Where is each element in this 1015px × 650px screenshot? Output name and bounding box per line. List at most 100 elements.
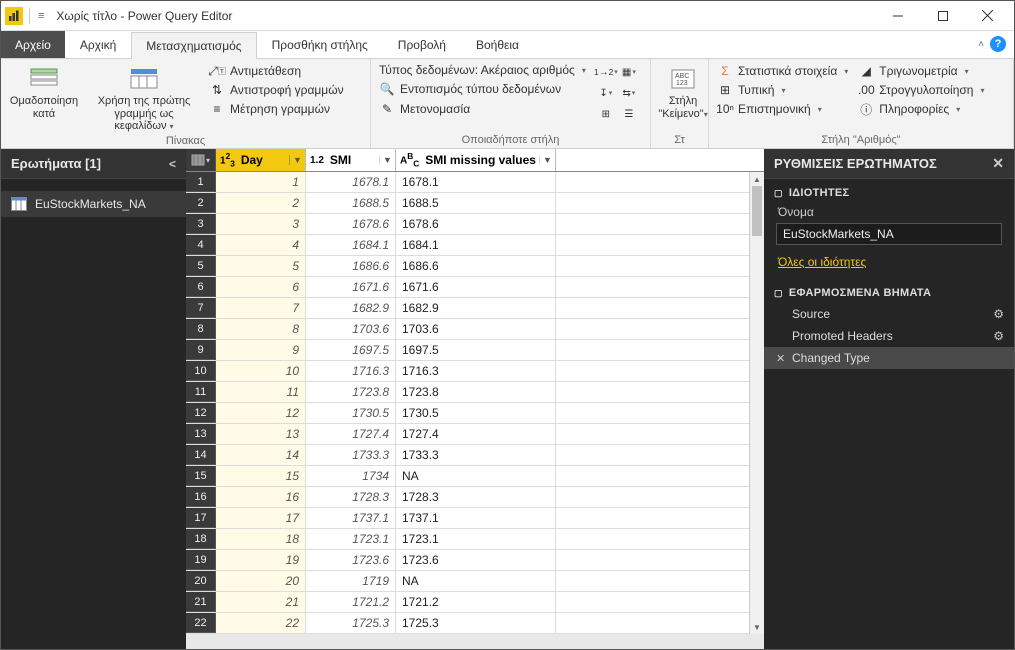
rounding-button[interactable]: .00Στρογγυλοποίηση▾ — [858, 82, 984, 98]
table-row[interactable]: 21211721.21721.2 — [186, 592, 764, 613]
qat-dropdown[interactable]: ≡ — [34, 10, 48, 22]
vertical-scrollbar[interactable]: ▲ ▼ — [749, 172, 764, 634]
cell-missing[interactable]: 1727.4 — [396, 424, 556, 444]
all-properties-link[interactable]: Όλες οι ιδιότητες — [764, 251, 1014, 279]
cell-missing[interactable]: 1682.9 — [396, 298, 556, 318]
query-item[interactable]: EuStockMarkets_NA — [1, 191, 186, 217]
table-row[interactable]: 661671.61671.6 — [186, 277, 764, 298]
cell-day[interactable]: 5 — [216, 256, 306, 276]
row-number[interactable]: 5 — [186, 256, 216, 276]
convert-list-button[interactable]: ☰ — [619, 105, 639, 123]
table-row[interactable]: 12121730.51730.5 — [186, 403, 764, 424]
step-promoted-headers[interactable]: Promoted Headers⚙ — [764, 325, 1014, 347]
cell-missing[interactable]: NA — [396, 571, 556, 591]
cell-missing[interactable]: 1678.1 — [396, 172, 556, 192]
cell-smi[interactable]: 1686.6 — [306, 256, 396, 276]
cell-missing[interactable]: 1678.6 — [396, 214, 556, 234]
cell-missing[interactable]: 1730.5 — [396, 403, 556, 423]
cell-day[interactable]: 20 — [216, 571, 306, 591]
replace-values-button[interactable]: 1→2▾ — [596, 63, 616, 81]
cell-missing[interactable]: 1688.5 — [396, 193, 556, 213]
properties-section[interactable]: ▢ΙΔΙΟΤΗΤΕΣ — [764, 179, 1014, 203]
cell-missing[interactable]: 1721.2 — [396, 592, 556, 612]
row-number[interactable]: 13 — [186, 424, 216, 444]
cell-smi[interactable]: 1723.8 — [306, 382, 396, 402]
cell-day[interactable]: 17 — [216, 508, 306, 528]
table-row[interactable]: 111678.11678.1 — [186, 172, 764, 193]
row-number[interactable]: 21 — [186, 592, 216, 612]
table-row[interactable]: 11111723.81723.8 — [186, 382, 764, 403]
reverse-rows-button[interactable]: ⇅Αντιστροφή γραμμών — [209, 82, 344, 98]
filter-dropdown-icon[interactable]: ▼ — [289, 155, 305, 165]
applied-steps-section[interactable]: ▢ΕΦΑΡΜΟΣΜΕΝΑ ΒΗΜΑΤΑ — [764, 279, 1014, 303]
cell-smi[interactable]: 1684.1 — [306, 235, 396, 255]
row-number[interactable]: 8 — [186, 319, 216, 339]
cell-day[interactable]: 13 — [216, 424, 306, 444]
table-row[interactable]: 20201719NA — [186, 571, 764, 592]
grid-body[interactable]: 111678.11678.1221688.51688.533 1678.6 1678… — [186, 172, 764, 634]
transpose-button[interactable]: ⤢🅃Αντιμετάθεση — [209, 63, 344, 79]
row-number[interactable]: 3 — [186, 214, 216, 234]
cell-missing[interactable]: 1684.1 — [396, 235, 556, 255]
cell-smi[interactable]: 1737.1 — [306, 508, 396, 528]
cell-missing[interactable]: 1733.3 — [396, 445, 556, 465]
cell-day[interactable]: 21 — [216, 592, 306, 612]
row-number[interactable]: 6 — [186, 277, 216, 297]
cell-day[interactable]: 18 — [216, 529, 306, 549]
cell-day[interactable]: 3 — [216, 214, 306, 234]
cell-missing[interactable]: 1723.8 — [396, 382, 556, 402]
cell-missing[interactable]: 1728.3 — [396, 487, 556, 507]
close-settings-icon[interactable]: ✕ — [992, 155, 1004, 172]
cell-smi[interactable]: 1727.4 — [306, 424, 396, 444]
cell-day[interactable]: 1 — [216, 172, 306, 192]
table-row[interactable]: 10101716.31716.3 — [186, 361, 764, 382]
cell-day[interactable]: 8 — [216, 319, 306, 339]
step-changed-type[interactable]: ✕ Changed Type — [764, 347, 1014, 369]
table-row[interactable]: 19191723.61723.6 — [186, 550, 764, 571]
collapse-queries-icon[interactable]: < — [169, 157, 176, 171]
column-header-missing[interactable]: ABC SMI missing values ▼ — [396, 149, 556, 171]
tab-view[interactable]: Προβολή — [383, 31, 461, 58]
row-number[interactable]: 14 — [186, 445, 216, 465]
cell-smi[interactable]: 1719 — [306, 571, 396, 591]
row-number[interactable]: 4 — [186, 235, 216, 255]
step-source[interactable]: Source⚙ — [764, 303, 1014, 325]
table-row[interactable]: 13131727.41727.4 — [186, 424, 764, 445]
cell-smi[interactable]: 1723.1 — [306, 529, 396, 549]
table-row[interactable]: 221688.51688.5 — [186, 193, 764, 214]
table-row[interactable]: 881703.61703.6 — [186, 319, 764, 340]
cell-smi[interactable]: 1723.6 — [306, 550, 396, 570]
cell-missing[interactable]: 1697.5 — [396, 340, 556, 360]
table-row[interactable]: 771682.91682.9 — [186, 298, 764, 319]
table-row[interactable]: 441684.11684.1 — [186, 235, 764, 256]
cell-smi[interactable]: 1682.9 — [306, 298, 396, 318]
cell-missing[interactable]: 1671.6 — [396, 277, 556, 297]
cell-missing[interactable]: NA — [396, 466, 556, 486]
row-number[interactable]: 19 — [186, 550, 216, 570]
row-number[interactable]: 12 — [186, 403, 216, 423]
cell-smi[interactable]: 1730.5 — [306, 403, 396, 423]
table-row[interactable]: 17171737.11737.1 — [186, 508, 764, 529]
scroll-up-icon[interactable]: ▲ — [750, 172, 764, 186]
detect-type-button[interactable]: 🔍Εντοπισμός τύπου δεδομένων — [379, 81, 586, 97]
gear-icon[interactable]: ⚙ — [993, 329, 1004, 343]
cell-day[interactable]: 22 — [216, 613, 306, 633]
row-number[interactable]: 9 — [186, 340, 216, 360]
cell-day[interactable]: 6 — [216, 277, 306, 297]
tab-add-column[interactable]: Προσθήκη στήλης — [257, 31, 383, 58]
row-number[interactable]: 11 — [186, 382, 216, 402]
tab-help[interactable]: Βοήθεια — [461, 31, 534, 58]
cell-day[interactable]: 9 — [216, 340, 306, 360]
cell-smi[interactable]: 1703.6 — [306, 319, 396, 339]
data-type-button[interactable]: Τύπος δεδομένων: Ακέραιος αριθμός▾ — [379, 63, 586, 77]
gear-icon[interactable]: ⚙ — [993, 307, 1004, 321]
cell-smi[interactable]: 1728.3 — [306, 487, 396, 507]
row-number[interactable]: 1 — [186, 172, 216, 192]
information-button[interactable]: ⓘΠληροφορίες▾ — [858, 101, 984, 117]
table-row[interactable]: 15151734NA — [186, 466, 764, 487]
cell-day[interactable]: 16 — [216, 487, 306, 507]
query-name-input[interactable]: EuStockMarkets_NA — [776, 223, 1002, 245]
pivot-button[interactable]: ⊞ — [596, 105, 616, 123]
cell-smi[interactable]: 1678.1 — [306, 172, 396, 192]
fill-button[interactable]: ↧▾ — [596, 84, 616, 102]
